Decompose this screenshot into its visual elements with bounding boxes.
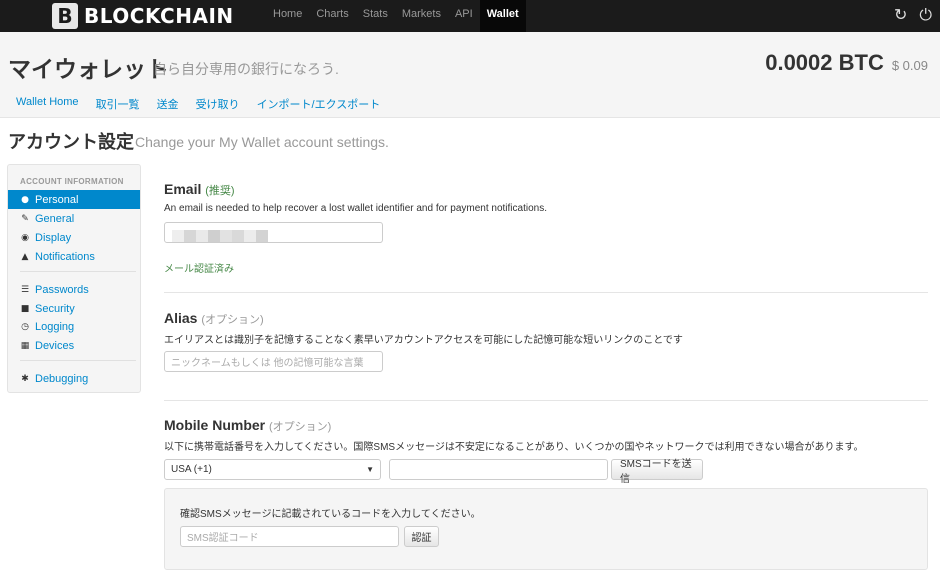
email-description: An email is needed to help recover a los… xyxy=(164,203,547,214)
mobile-optional-tag: (オプション) xyxy=(269,421,332,433)
sidebar-item-label: Passwords xyxy=(35,283,89,296)
sms-code-input[interactable]: SMS認証コード xyxy=(180,526,399,547)
blockchain-logo[interactable]: B BLOCKCHAIN xyxy=(52,3,234,29)
sidebar-item-label: Personal xyxy=(35,193,79,206)
sidebar-item-logging[interactable]: ◷ Logging xyxy=(8,317,140,336)
eye-icon: ◉ xyxy=(21,232,29,243)
sidebar-item-label: Devices xyxy=(35,339,75,352)
page-subtitle: Change your My Wallet account settings. xyxy=(135,134,389,150)
qrcode-icon: ▦ xyxy=(20,340,30,351)
user-icon: ● xyxy=(21,194,29,205)
sms-verify-description: 確認SMSメッセージに記載されているコードを入力してください。 xyxy=(180,509,481,520)
alias-description: エイリアスとは識別子を記憶することなく素早いアカウントアクセスを可能にした記憶可… xyxy=(164,335,683,346)
logo-text: BLOCKCHAIN xyxy=(84,4,234,28)
mobile-title: Mobile Number xyxy=(164,417,266,433)
sidebar-item-label: General xyxy=(35,212,75,225)
redacted-email xyxy=(172,230,268,242)
email-verified-label: メール認証済み xyxy=(164,264,234,275)
balance-usd: $ 0.09 xyxy=(891,58,928,73)
sidebar-divider xyxy=(20,360,136,361)
country-select-value: USA (+1) xyxy=(171,464,212,475)
sidebar-item-label: Debugging xyxy=(35,372,89,385)
balance-display[interactable]: 0.0002 BTC $ 0.09 xyxy=(765,50,928,76)
country-select[interactable]: USA (+1) ▼ xyxy=(164,459,381,480)
sms-verify-panel: 確認SMSメッセージに記載されているコードを入力してください。 SMS認証コード… xyxy=(164,488,928,570)
sidebar-item-display[interactable]: ◉ Display xyxy=(8,228,140,247)
alias-optional-tag: (オプション) xyxy=(201,314,264,326)
bell-icon: ▲ xyxy=(21,251,29,262)
alias-title: Alias xyxy=(164,310,198,326)
page-title: アカウント設定 xyxy=(8,132,134,152)
email-title: Email xyxy=(164,181,202,197)
top-navbar: B BLOCKCHAIN Home Charts Stats Markets A… xyxy=(0,0,940,32)
nav-charts[interactable]: Charts xyxy=(309,0,355,32)
wrench-icon: ✎ xyxy=(21,213,29,224)
wallet-subnav: Wallet Home 取引一覧 送金 受け取り インポート/エクスポート xyxy=(16,96,397,112)
sidebar-divider xyxy=(20,271,136,272)
sidebar-item-notifications[interactable]: ▲ Notifications xyxy=(8,247,140,266)
section-divider xyxy=(164,400,928,401)
verify-button[interactable]: 認証 xyxy=(404,526,439,547)
main-nav: Home Charts Stats Markets API Wallet xyxy=(266,0,526,32)
phone-number-input[interactable] xyxy=(389,459,608,480)
nav-api[interactable]: API xyxy=(448,0,480,32)
subnav-receive[interactable]: 受け取り xyxy=(196,96,240,112)
lock-icon: ■ xyxy=(20,303,30,314)
wallet-subtitle: 自ら自分専用の銀行になろう. xyxy=(153,61,339,77)
email-section-title: Email (推奨) xyxy=(164,181,235,198)
send-sms-code-button[interactable]: SMSコードを送信 xyxy=(611,459,703,485)
clock-icon: ◷ xyxy=(21,321,29,332)
bug-icon: ✱ xyxy=(21,373,29,384)
nav-markets[interactable]: Markets xyxy=(395,0,448,32)
mobile-section-title: Mobile Number (オプション) xyxy=(164,417,331,434)
nav-home[interactable]: Home xyxy=(266,0,309,32)
caret-down-icon: ▼ xyxy=(366,465,374,474)
sidebar-item-personal[interactable]: ● Personal xyxy=(8,190,140,209)
sidebar-item-debugging[interactable]: ✱ Debugging xyxy=(8,369,140,388)
sidebar-item-label: Security xyxy=(35,302,75,315)
power-icon[interactable]: ⏻ xyxy=(919,6,932,24)
mobile-description: 以下に携帯電話番号を入力してください。国際SMSメッセージは不安定になることがあ… xyxy=(164,442,864,453)
sidebar-header: ACCOUNT INFORMATION xyxy=(20,177,124,186)
sidebar-item-label: Notifications xyxy=(35,250,95,263)
sidebar-item-general[interactable]: ✎ General xyxy=(8,209,140,228)
section-divider xyxy=(164,292,928,293)
top-icons: ↻ ⏻ xyxy=(894,6,932,24)
subnav-transactions[interactable]: 取引一覧 xyxy=(96,96,140,112)
email-recommended-tag: (推奨) xyxy=(205,185,235,197)
nav-stats[interactable]: Stats xyxy=(356,0,395,32)
subnav-import-export[interactable]: インポート/エクスポート xyxy=(257,96,381,112)
subnav-send[interactable]: 送金 xyxy=(157,96,179,112)
wallet-header: マイウォレット 自ら自分専用の銀行になろう. 0.0002 BTC $ 0.09… xyxy=(0,32,940,118)
sidebar-item-devices[interactable]: ▦ Devices xyxy=(8,336,140,355)
list-icon: ☰ xyxy=(20,284,30,295)
sidebar-item-security[interactable]: ■ Security xyxy=(8,299,140,318)
sidebar-item-passwords[interactable]: ☰ Passwords xyxy=(8,280,140,299)
refresh-icon[interactable]: ↻ xyxy=(894,6,907,24)
alias-input[interactable]: ニックネームもしくは 他の記憶可能な言葉 xyxy=(164,351,383,372)
sidebar-item-label: Logging xyxy=(35,320,75,333)
subnav-wallet-home[interactable]: Wallet Home xyxy=(16,96,79,112)
alias-section-title: Alias (オプション) xyxy=(164,310,264,327)
nav-wallet[interactable]: Wallet xyxy=(479,0,526,32)
wallet-title: マイウォレット xyxy=(8,56,169,82)
balance-btc: 0.0002 BTC xyxy=(765,50,884,75)
bitcoin-logo-icon: B xyxy=(52,3,78,29)
sidebar-item-label: Display xyxy=(35,231,72,244)
settings-sidebar: ACCOUNT INFORMATION ● Personal ✎ General… xyxy=(7,164,141,393)
